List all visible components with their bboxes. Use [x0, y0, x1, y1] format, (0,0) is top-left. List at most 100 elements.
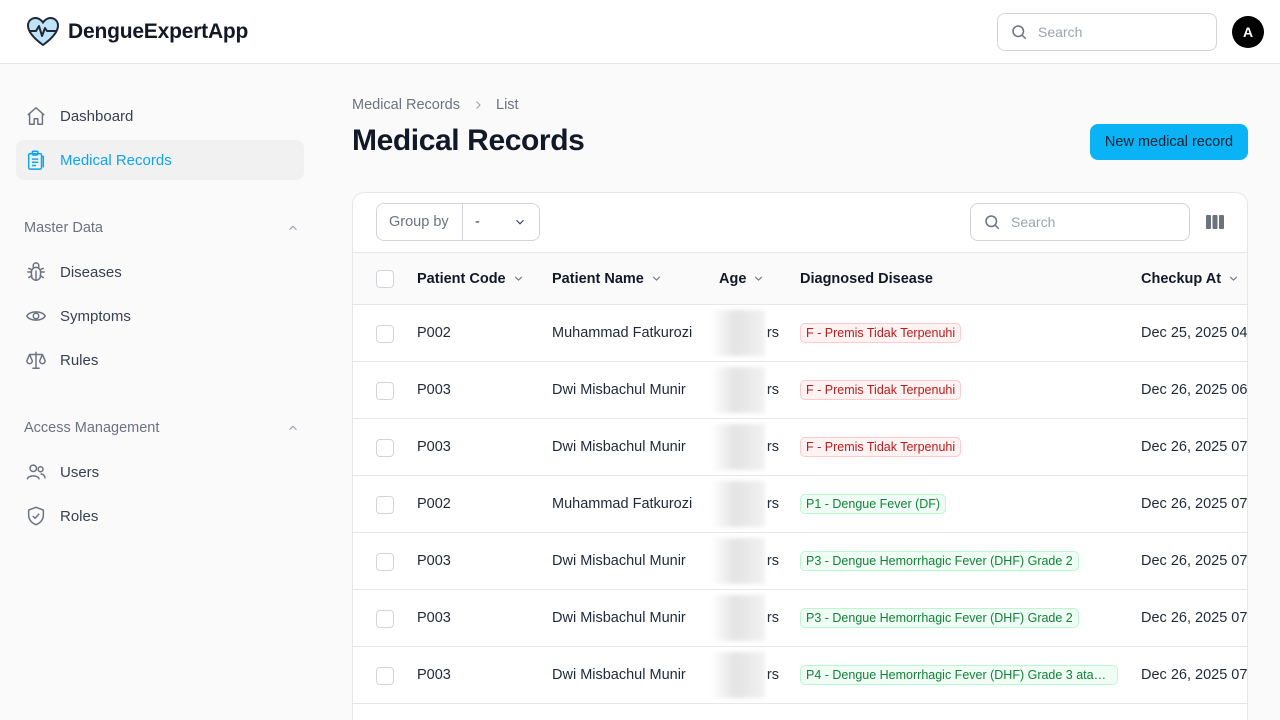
new-medical-record-button[interactable]: New medical record [1090, 124, 1248, 160]
disease-badge: P4 - Dengue Hemorrhagic Fever (DHF) Grad… [800, 665, 1118, 685]
cell-patient-code: P002 [417, 496, 451, 512]
group-toggle-access-management[interactable]: Access Management [24, 416, 300, 440]
chevron-right-icon [472, 99, 484, 111]
disease-badge: P3 - Dengue Hemorrhagic Fever (DHF) Grad… [800, 551, 1079, 571]
group-by-select[interactable]: Group by - [376, 203, 540, 241]
column-label: Checkup At [1141, 270, 1222, 287]
cell-diagnosed-disease: F - Premis Tidak Terpenuhi [800, 419, 962, 475]
row-checkbox[interactable] [376, 496, 394, 514]
search-icon [1012, 25, 1027, 40]
eye-icon [24, 304, 48, 328]
cell-diagnosed-disease: P4 - Dengue Hemorrhagic Fever (DHF) Grad… [800, 647, 1118, 703]
brand[interactable]: DengueExpertApp [26, 15, 248, 49]
sidebar-item-symptoms[interactable]: Symptoms [16, 296, 304, 336]
row-checkbox[interactable] [376, 667, 394, 685]
age-value: rs [766, 667, 779, 683]
cell-patient-name: Dwi Misbachul Munir [552, 553, 686, 569]
sidebar: Dashboard Medical Records Master Data Di… [0, 64, 320, 720]
age-value: rs [766, 496, 779, 512]
sidebar-item-roles[interactable]: Roles [16, 496, 304, 536]
chevron-down-icon [752, 272, 765, 285]
disease-badge: F - Premis Tidak Terpenuhi [800, 323, 962, 343]
sidebar-item-dashboard[interactable]: Dashboard [16, 96, 304, 136]
disease-badge: F - Premis Tidak Terpenuhi [800, 437, 962, 457]
records-table-card: Group by - Patient Code Patient Name Age… [352, 192, 1248, 720]
toggle-columns-button[interactable] [1204, 211, 1226, 233]
redaction-blur [711, 652, 765, 698]
redaction-blur [711, 481, 765, 527]
cell-diagnosed-disease: F - Premis Tidak Terpenuhi [800, 362, 962, 418]
table-row[interactable]: P002 Muhammad Fatkurozi rs P1 - Dengue Feve… [353, 476, 1248, 533]
sidebar-item-users[interactable]: Users [16, 452, 304, 492]
home-icon [24, 104, 48, 128]
row-checkbox[interactable] [376, 553, 394, 571]
column-header-patient-name[interactable]: Patient Name [552, 253, 663, 304]
cell-checkup-at: Dec 26, 2025 07 [1141, 667, 1248, 683]
cell-patient-name: Dwi Misbachul Munir [552, 667, 686, 683]
shield-check-icon [24, 504, 48, 528]
age-value: rs [766, 610, 779, 626]
column-label: Age [719, 270, 747, 287]
table-search[interactable] [970, 203, 1190, 241]
user-avatar[interactable]: A [1232, 16, 1264, 48]
chevron-down-icon [650, 272, 663, 285]
select-all-checkbox[interactable] [376, 270, 394, 288]
redaction-blur [711, 367, 765, 413]
column-label: Patient Code [417, 270, 506, 287]
column-header-checkup-at[interactable]: Checkup At [1141, 253, 1240, 304]
columns-icon [1206, 215, 1224, 229]
table-row[interactable]: P003 Dwi Misbachul Munir rs P3 - Dengue Hem… [353, 590, 1247, 647]
cell-checkup-at: Dec 25, 2025 04 [1141, 325, 1248, 341]
cell-patient-name: Dwi Misbachul Munir [552, 382, 686, 398]
disease-badge: F - Premis Tidak Terpenuhi [800, 380, 962, 400]
row-checkbox[interactable] [376, 439, 394, 457]
cell-checkup-at: Dec 26, 2025 07 [1141, 496, 1248, 512]
cell-patient-name: Muhammad Fatkurozi [552, 325, 693, 341]
chevron-down-icon [516, 219, 524, 225]
column-label: Patient Name [552, 270, 644, 287]
column-header-age[interactable]: Age [719, 253, 765, 304]
cell-patient-code: P003 [417, 553, 451, 569]
cell-diagnosed-disease: F - Premis Tidak Terpenuhi [800, 305, 962, 361]
sidebar-item-label: Users [60, 463, 100, 481]
table-row[interactable]: P003 Dwi Misbachul Munir rs P4 - Dengue Hem… [353, 647, 1248, 704]
sidebar-item-label: Diseases [60, 263, 122, 281]
sidebar-item-rules[interactable]: Rules [16, 340, 304, 380]
column-header-patient-code[interactable]: Patient Code [417, 253, 525, 304]
table-row[interactable]: P003 Dwi Misbachul Munir rs F - Premis Tida… [353, 419, 1248, 476]
scale-icon [24, 348, 48, 372]
sidebar-item-label: Symptoms [60, 307, 131, 325]
age-value: rs [766, 553, 779, 569]
disease-badge: P3 - Dengue Hemorrhagic Fever (DHF) Grad… [800, 608, 1079, 628]
table-row[interactable]: P003 Dwi Misbachul Munir rs F - Premis Tida… [353, 362, 1247, 419]
row-checkbox[interactable] [376, 382, 394, 400]
group-toggle-master-data[interactable]: Master Data [24, 216, 300, 240]
app-name: DengueExpertApp [68, 20, 249, 43]
group-label: Master Data [24, 220, 103, 236]
row-checkbox[interactable] [376, 325, 394, 343]
table-row[interactable]: P003 Dwi Misbachul Munir rs P3 - Dengue Hem… [353, 533, 1247, 590]
sidebar-item-label: Roles [60, 507, 99, 525]
table-row[interactable]: P002 Muhammad Fatkurozi rs F - Premis Tidak… [353, 305, 1248, 362]
breadcrumb-parent-link[interactable]: Medical Records [352, 97, 460, 113]
sidebar-item-label: Dashboard [60, 107, 134, 125]
table-search-input[interactable] [1011, 214, 1161, 230]
chevron-up-icon [289, 225, 297, 231]
top-bar: DengueExpertApp A [0, 0, 1280, 64]
row-checkbox[interactable] [376, 610, 394, 628]
sidebar-item-medical-records[interactable]: Medical Records [16, 140, 304, 180]
chevron-down-icon [1227, 272, 1240, 285]
global-search[interactable] [997, 13, 1217, 51]
global-search-input[interactable] [1038, 24, 1188, 40]
redaction-blur [711, 424, 765, 470]
sidebar-item-label: Medical Records [60, 151, 172, 169]
cell-diagnosed-disease: P3 - Dengue Hemorrhagic Fever (DHF) Grad… [800, 590, 1079, 646]
sidebar-item-diseases[interactable]: Diseases [16, 252, 304, 292]
cell-checkup-at: Dec 26, 2025 07 [1141, 439, 1248, 455]
page-title: Medical Records [352, 124, 585, 157]
group-by-dropdown[interactable]: - [463, 214, 539, 230]
bug-icon [24, 260, 48, 284]
cell-patient-code: P003 [417, 382, 451, 398]
cell-patient-name: Dwi Misbachul Munir [552, 439, 686, 455]
column-label: Diagnosed Disease [800, 270, 933, 287]
